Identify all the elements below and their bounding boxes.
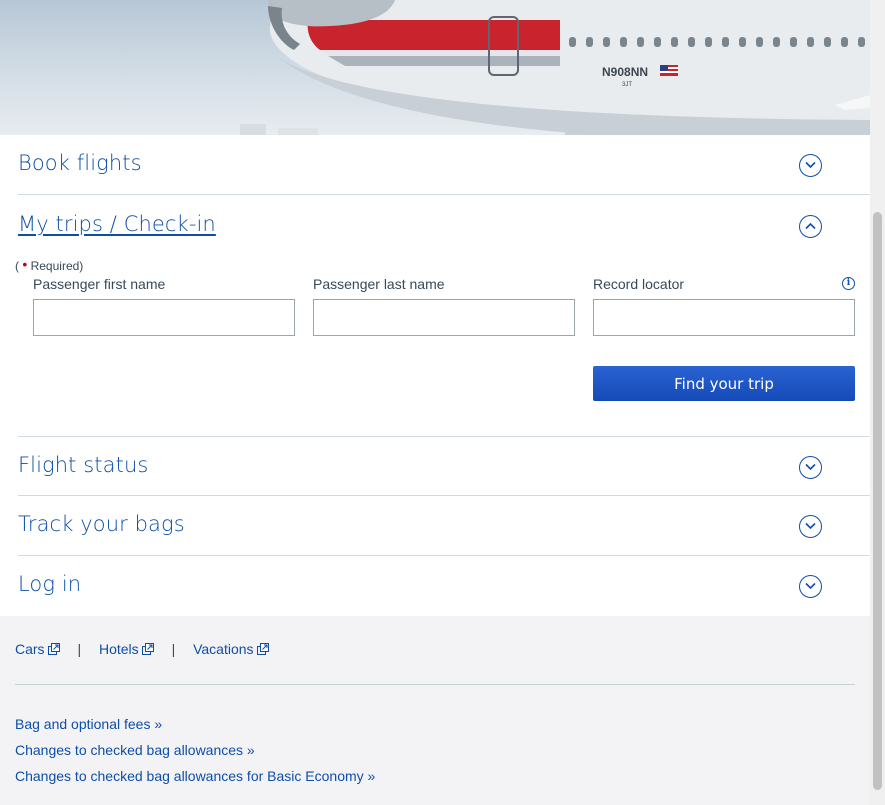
- hotels-link[interactable]: Hotels: [99, 641, 154, 657]
- cars-link-label: Cars: [15, 641, 45, 657]
- checked-bag-changes-link[interactable]: Changes to checked bag allowances »: [15, 742, 255, 758]
- record-locator-label: Record locator: [593, 276, 685, 292]
- hero-airplane-image: N908NN 3JT: [0, 0, 870, 135]
- required-text: Required): [30, 259, 84, 273]
- my-trips-title[interactable]: My trips / Check-in: [18, 212, 216, 236]
- required-asterisk-icon: •: [22, 256, 28, 272]
- accordion-flight-status[interactable]: Flight status: [18, 436, 870, 496]
- hotels-link-label: Hotels: [98, 641, 139, 657]
- find-your-trip-button[interactable]: Find your trip: [593, 366, 855, 401]
- required-paren: (: [15, 259, 19, 273]
- track-bags-title[interactable]: Track your bags: [18, 512, 185, 536]
- external-link-icon: [47, 643, 60, 655]
- flight-status-title[interactable]: Flight status: [18, 453, 148, 477]
- vertical-scrollbar[interactable]: [870, 0, 885, 805]
- bag-fees-link[interactable]: Bag and optional fees »: [15, 716, 162, 732]
- external-link-icon: [141, 643, 154, 655]
- chevron-up-circle-icon[interactable]: [799, 215, 822, 238]
- chevron-down-circle-icon[interactable]: [799, 515, 822, 538]
- bag-info-links: Bag and optional fees » Changes to check…: [15, 711, 375, 789]
- accordion-track-bags[interactable]: Track your bags: [18, 496, 870, 556]
- first-name-input[interactable]: [33, 299, 295, 336]
- vacations-link-label: Vacations: [193, 641, 254, 657]
- last-name-input[interactable]: [313, 299, 575, 336]
- footer-divider: [15, 684, 855, 685]
- first-name-label: Passenger first name: [33, 276, 166, 292]
- booking-widget-panel: Book flights My trips / Check-in ( • Req…: [0, 135, 870, 616]
- cars-link[interactable]: Cars: [15, 641, 60, 657]
- log-in-title[interactable]: Log in: [18, 572, 81, 596]
- required-note: ( • Required): [15, 256, 84, 273]
- link-separator: |: [77, 641, 82, 657]
- sub-code-text: 3JT: [622, 82, 632, 88]
- chevron-down-circle-icon[interactable]: [799, 575, 822, 598]
- record-locator-input[interactable]: [593, 299, 855, 336]
- accordion-book-flights[interactable]: Book flights: [18, 135, 870, 195]
- checked-bag-basic-economy-link[interactable]: Changes to checked bag allowances for Ba…: [15, 768, 375, 784]
- partner-links: Cars | Hotels | Vacations: [15, 641, 269, 657]
- info-icon[interactable]: i: [842, 277, 855, 290]
- book-flights-title[interactable]: Book flights: [18, 151, 142, 175]
- scrollbar-thumb[interactable]: [873, 212, 882, 790]
- external-link-icon: [256, 643, 269, 655]
- accordion-log-in[interactable]: Log in: [18, 556, 870, 616]
- chevron-down-circle-icon[interactable]: [799, 154, 822, 177]
- last-name-label: Passenger last name: [313, 276, 445, 292]
- tail-number-text: N908NN: [602, 65, 648, 79]
- vacations-link[interactable]: Vacations: [193, 641, 269, 657]
- chevron-down-circle-icon[interactable]: [799, 456, 822, 479]
- link-separator: |: [171, 641, 176, 657]
